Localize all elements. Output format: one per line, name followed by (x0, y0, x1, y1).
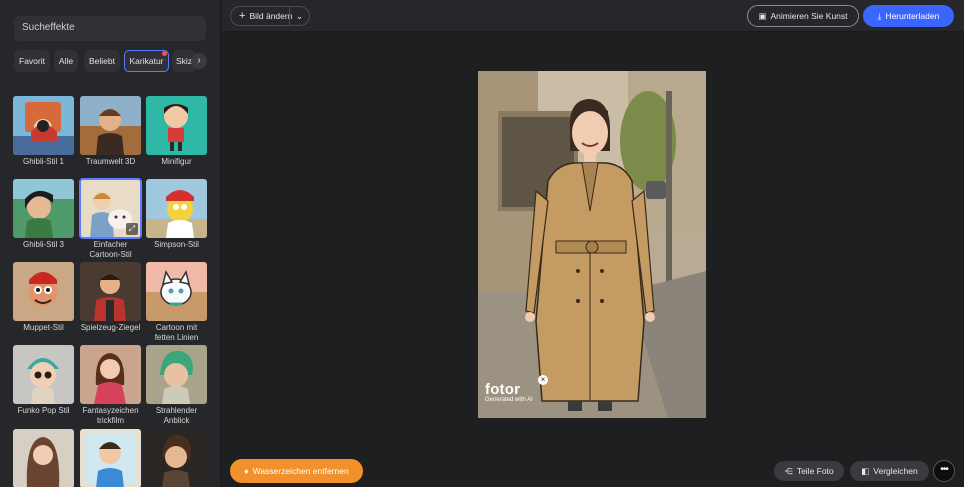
plus-icon: + (239, 10, 246, 22)
animate-art-label: Animieren Sie Kunst (770, 11, 848, 21)
fotor-watermark: fotor Generated with AI (485, 381, 533, 403)
effect-tile[interactable]: Fantasyzeichen trickfilm (80, 345, 141, 426)
category-tabs: Favorit Alle Beliebt Karikatur Skizze (14, 50, 208, 72)
effect-label: Einfacher Cartoon-Stil (89, 240, 132, 259)
effect-label: Ghibli-Stil 1 (23, 157, 64, 166)
tab-beliebt[interactable]: Beliebt (84, 50, 120, 72)
effect-label: Ghibli-Stil 3 (23, 240, 64, 249)
tab-alle[interactable]: Alle (54, 50, 78, 72)
diamond-icon: ♦ (244, 466, 249, 476)
effect-tile[interactable]: Muppet-Stil (13, 262, 74, 333)
new-badge-dot (162, 51, 167, 56)
effect-label: Traumwelt 3D (85, 157, 136, 166)
effect-label: Muppet-Stil (23, 323, 64, 332)
tab-karikatur-label: Karikatur (129, 56, 164, 66)
chevron-right-icon[interactable]: › (191, 53, 207, 69)
effect-thumbnail (13, 96, 74, 155)
effect-thumbnail (146, 429, 207, 487)
compare-icon: ◧ (861, 466, 870, 476)
effect-tile[interactable]: Ghibli-Stil 1 (13, 96, 74, 167)
effect-label: Spielzeug-Ziegel (80, 323, 141, 332)
close-watermark-icon[interactable]: × (538, 375, 548, 385)
remove-watermark-button[interactable]: ♦ Wasserzeichen entfernen (230, 459, 363, 483)
effect-tile[interactable]: Simpson-Stil (146, 179, 207, 250)
effects-sidebar: Sucheffekte Favorit Alle Beliebt Karikat… (0, 0, 221, 487)
top-toolbar: + Bild ändern ⌄ ▣ Animieren Sie Kunst ⤓ Her… (222, 0, 964, 32)
share-photo-label: Teile Foto (796, 466, 834, 476)
effect-tile[interactable]: Strahlender Anblick (146, 345, 207, 426)
effect-label: Simpson-Stil (154, 240, 199, 249)
effect-tile[interactable] (13, 429, 74, 487)
effect-tile[interactable]: Minifigur (146, 96, 207, 167)
effect-thumbnail (146, 179, 207, 238)
effect-tile[interactable] (146, 429, 207, 487)
effect-tile[interactable] (80, 429, 141, 487)
animate-icon: ▣ (758, 11, 767, 21)
share-photo-button[interactable]: ⋲ Teile Foto (774, 461, 844, 481)
effect-tile[interactable]: Cartoon mit fetten Linien (146, 262, 207, 343)
effect-label: Fantasyzeichen trickfilm (82, 406, 139, 425)
effect-label: Strahlender Anblick (155, 406, 198, 425)
effect-tile[interactable]: Traumwelt 3D (80, 96, 141, 167)
effect-thumbnail (80, 429, 141, 487)
download-label: Herunterladen (885, 11, 940, 21)
result-image[interactable] (478, 71, 706, 418)
effect-thumbnail (146, 96, 207, 155)
effect-thumbnail (146, 262, 207, 321)
search-effects-input[interactable]: Sucheffekte (14, 16, 206, 41)
effect-thumbnail-selected: ⤢ (79, 178, 142, 239)
share-icon: ⋲ (784, 466, 793, 476)
effect-tile[interactable]: Spielzeug-Ziegel (80, 262, 141, 333)
compare-label: Vergleichen (873, 466, 918, 476)
effect-thumbnail (13, 179, 74, 238)
image-canvas: × fotor Generated with AI ♦ Wasserzeichen… (222, 33, 964, 487)
effect-thumbnail (80, 96, 141, 155)
effect-thumbnail (13, 429, 74, 487)
watermark-subtitle: Generated with AI (485, 397, 533, 403)
animate-art-button[interactable]: ▣ Animieren Sie Kunst (747, 5, 859, 27)
effect-tile[interactable]: Ghibli-Stil 3 (13, 179, 74, 250)
effect-thumbnail (13, 262, 74, 321)
effect-thumbnail (80, 345, 141, 404)
tab-karikatur[interactable]: Karikatur (124, 50, 169, 72)
download-icon: ⤓ (877, 11, 882, 21)
change-image-button[interactable]: + Bild ändern ⌄ (230, 6, 310, 26)
effect-label: Minifigur (161, 157, 192, 166)
effect-thumbnail (146, 345, 207, 404)
chevron-down-icon[interactable]: ⌄ (289, 6, 309, 26)
effect-label: Funko Pop Stil (17, 406, 70, 415)
effect-thumbnail (13, 345, 74, 404)
tab-favorit[interactable]: Favorit (14, 50, 50, 72)
watermark-logo: fotor (485, 381, 521, 398)
effect-thumbnail (80, 262, 141, 321)
effect-label: Cartoon mit fetten Linien (154, 323, 199, 342)
change-image-label: Bild ändern (249, 11, 293, 21)
swap-icon: ⤢ (126, 223, 138, 235)
effect-tile[interactable]: ⤢ Einfacher Cartoon-Stil (79, 178, 142, 260)
compare-button[interactable]: ◧ Vergleichen (850, 461, 929, 481)
more-options-button[interactable]: ••• (933, 460, 955, 482)
effect-tile[interactable]: Funko Pop Stil (13, 345, 74, 416)
remove-watermark-label: Wasserzeichen entfernen (252, 466, 349, 476)
download-button[interactable]: ⤓ Herunterladen (863, 5, 954, 27)
